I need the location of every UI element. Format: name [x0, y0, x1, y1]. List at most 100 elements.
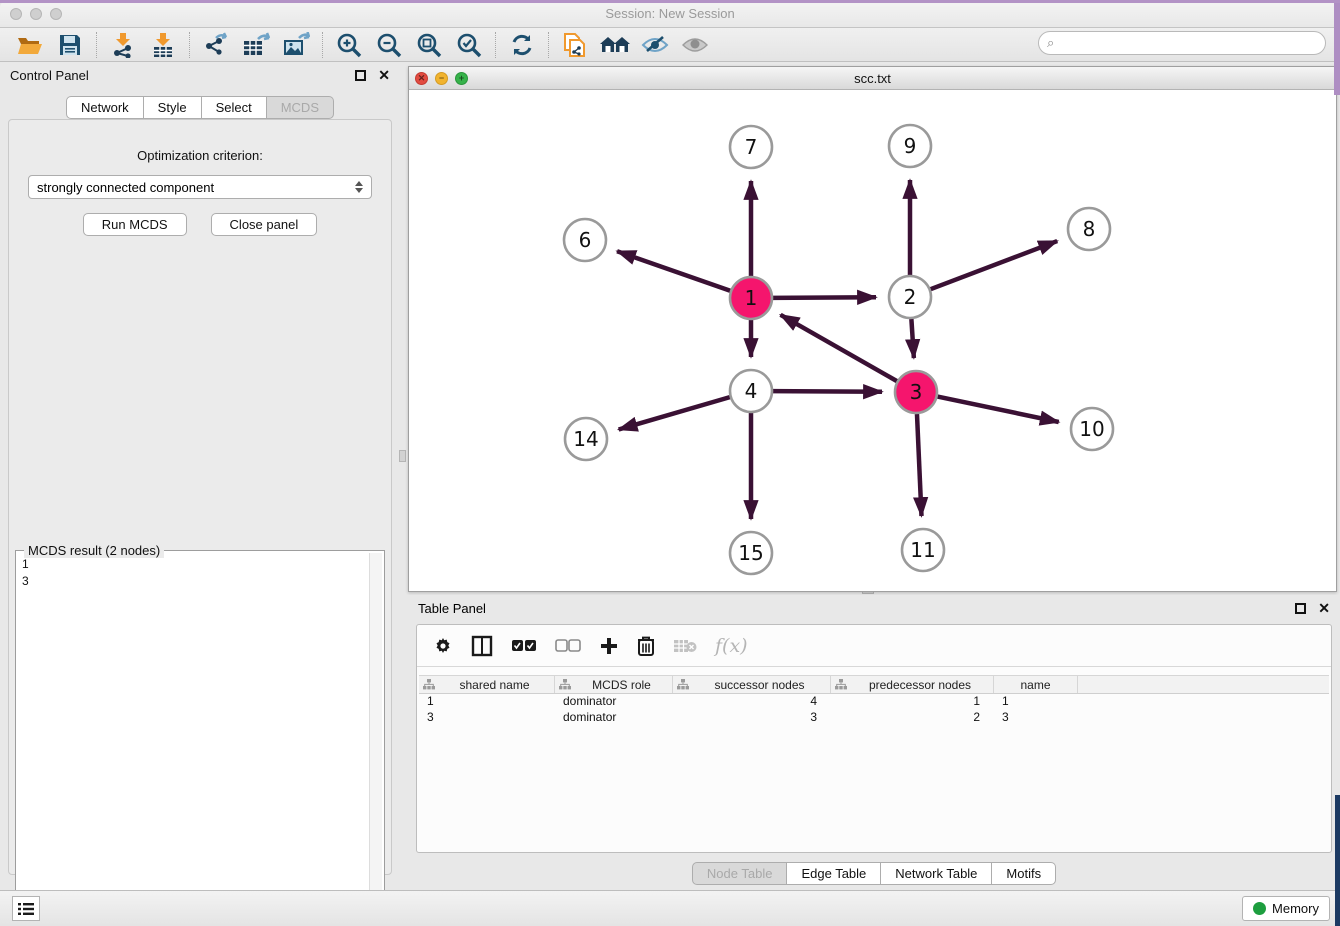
graph-edge-3-11[interactable]: [917, 414, 922, 516]
deselect-all-columns-button[interactable]: [555, 639, 581, 653]
table-cell[interactable]: 3: [419, 710, 555, 726]
create-column-button[interactable]: [599, 636, 619, 656]
scrollbar[interactable]: [369, 553, 382, 919]
table-cell[interactable]: 1: [419, 694, 555, 710]
graph-edge-4-14[interactable]: [619, 397, 730, 429]
table-cell[interactable]: 4: [673, 694, 831, 710]
maximize-window-button[interactable]: [50, 8, 62, 20]
save-session-button[interactable]: [50, 30, 90, 60]
graph-node-3[interactable]: 3: [895, 371, 937, 413]
export-image-button[interactable]: [276, 30, 316, 60]
graph-node-1[interactable]: 1: [730, 277, 772, 319]
maximize-network-button[interactable]: +: [455, 72, 468, 85]
export-network-button[interactable]: [196, 30, 236, 60]
column-selector-button[interactable]: [471, 635, 493, 657]
column-header-MCDS-role[interactable]: MCDS role: [555, 676, 673, 693]
graph-edge-3-1[interactable]: [781, 315, 897, 381]
edit-column-icon: [677, 679, 689, 690]
tab-network[interactable]: Network: [66, 96, 144, 119]
mcds-result-box: MCDS result (2 nodes) 1 3: [15, 550, 385, 922]
minimize-network-button[interactable]: −: [435, 72, 448, 85]
import-table-icon: [151, 32, 175, 58]
table-cell[interactable]: 2: [831, 710, 994, 726]
graph-edge-1-2[interactable]: [773, 297, 876, 298]
graph-edge-2-3[interactable]: [911, 319, 913, 358]
graph-edge-2-8[interactable]: [931, 241, 1058, 289]
zoom-in-button[interactable]: [329, 30, 369, 60]
close-panel-button[interactable]: Close panel: [211, 213, 318, 236]
open-file-button[interactable]: [10, 30, 50, 60]
search-box[interactable]: ⌕: [1038, 31, 1326, 55]
graph-node-2[interactable]: 2: [889, 276, 931, 318]
network-canvas[interactable]: 7 9 6 8 1 2 4 3 14 10 15 11: [409, 90, 1336, 591]
table-cell[interactable]: 1: [831, 694, 994, 710]
graph-node-11[interactable]: 11: [902, 529, 944, 571]
copy-network-view-button[interactable]: [555, 30, 595, 60]
float-panel-icon[interactable]: [355, 70, 366, 81]
graph-node-8[interactable]: 8: [1068, 208, 1110, 250]
table-cell[interactable]: dominator: [555, 710, 673, 726]
refresh-button[interactable]: [502, 30, 542, 60]
zoom-fit-icon: [416, 32, 442, 58]
memory-button[interactable]: Memory: [1242, 896, 1330, 921]
splitter-handle[interactable]: [399, 450, 406, 462]
hide-selected-button[interactable]: [635, 30, 675, 60]
criterion-dropdown[interactable]: strongly connected component: [28, 175, 372, 199]
network-window-titlebar[interactable]: ✕ − + scc.txt: [409, 67, 1336, 90]
tab-node-table[interactable]: Node Table: [692, 862, 788, 885]
function-builder-button[interactable]: f(x): [715, 635, 748, 657]
graph-node-9[interactable]: 9: [889, 125, 931, 167]
column-header-successor-nodes[interactable]: successor nodes: [673, 676, 831, 693]
table-cell[interactable]: dominator: [555, 694, 673, 710]
show-all-button[interactable]: [675, 30, 715, 60]
table-settings-button[interactable]: [433, 636, 453, 656]
select-all-columns-button[interactable]: [511, 639, 537, 653]
run-mcds-button[interactable]: Run MCDS: [83, 213, 187, 236]
delete-column-button[interactable]: [637, 635, 655, 656]
table-row[interactable]: 3dominator323: [419, 710, 1329, 726]
import-network-button[interactable]: [103, 30, 143, 60]
desktop-edge: [0, 0, 1340, 3]
graph-edge-4-3[interactable]: [773, 391, 882, 392]
tab-network-table[interactable]: Network Table: [881, 862, 992, 885]
close-table-panel-icon[interactable]: ✕: [1318, 603, 1330, 614]
graph-edge-1-6[interactable]: [617, 251, 730, 291]
table-row[interactable]: 1dominator411: [419, 694, 1329, 710]
first-neighbors-button[interactable]: [595, 30, 635, 60]
graph-node-14[interactable]: 14: [565, 418, 607, 460]
column-header-shared-name[interactable]: shared name: [419, 676, 555, 693]
graph-node-7[interactable]: 7: [730, 126, 772, 168]
graph-node-6[interactable]: 6: [564, 219, 606, 261]
tab-mcds[interactable]: MCDS: [267, 96, 334, 119]
graph-node-10[interactable]: 10: [1071, 408, 1113, 450]
network-graph[interactable]: 7 9 6 8 1 2 4 3 14 10 15 11: [409, 90, 1336, 591]
table-cell[interactable]: 1: [994, 694, 1078, 710]
table-cell[interactable]: 3: [673, 710, 831, 726]
column-header-name[interactable]: name: [994, 676, 1078, 693]
float-table-panel-icon[interactable]: [1295, 603, 1306, 614]
tab-motifs[interactable]: Motifs: [992, 862, 1056, 885]
zoom-selected-button[interactable]: [449, 30, 489, 60]
graph-node-4[interactable]: 4: [730, 370, 772, 412]
import-table-button[interactable]: [143, 30, 183, 60]
close-network-button[interactable]: ✕: [415, 72, 428, 85]
table-cell[interactable]: 3: [994, 710, 1078, 726]
export-table-button[interactable]: [236, 30, 276, 60]
toolbar-separator: [189, 32, 190, 58]
delete-table-button[interactable]: [673, 638, 697, 654]
zoom-fit-button[interactable]: [409, 30, 449, 60]
column-header-predecessor-nodes[interactable]: predecessor nodes: [831, 676, 994, 693]
graph-node-15[interactable]: 15: [730, 532, 772, 574]
close-window-button[interactable]: [10, 8, 22, 20]
search-input[interactable]: [1054, 36, 1325, 50]
show-task-history-button[interactable]: [12, 896, 40, 921]
tab-select[interactable]: Select: [202, 96, 267, 119]
window-controls[interactable]: [10, 8, 62, 20]
mcds-result-text[interactable]: 1 3: [18, 553, 368, 919]
zoom-out-button[interactable]: [369, 30, 409, 60]
graph-edge-3-10[interactable]: [938, 397, 1059, 422]
minimize-window-button[interactable]: [30, 8, 42, 20]
close-panel-icon[interactable]: ✕: [378, 70, 390, 81]
tab-style[interactable]: Style: [144, 96, 202, 119]
tab-edge-table[interactable]: Edge Table: [787, 862, 881, 885]
